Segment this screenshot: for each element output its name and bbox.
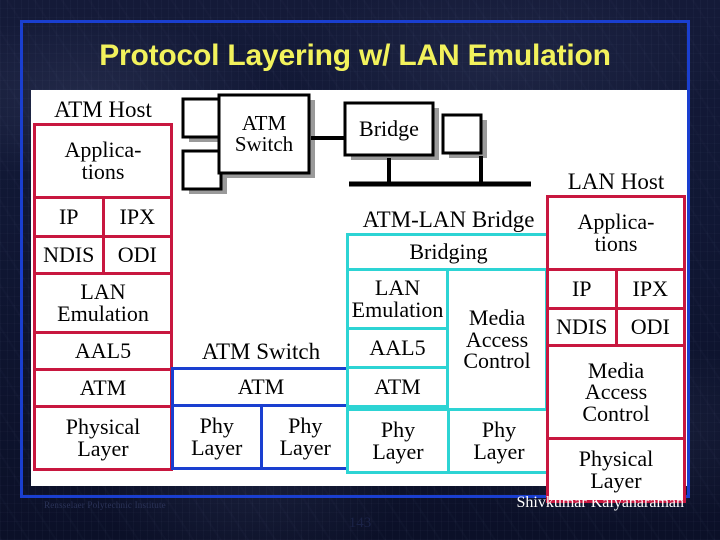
layer-line: Media bbox=[587, 357, 645, 383]
stack-title-atm-lan-bridge: ATM-LAN Bridge bbox=[362, 207, 535, 232]
layer-column-le: LAN Emulation AAL5 ATM bbox=[346, 268, 449, 411]
layer-line: Access bbox=[584, 379, 648, 405]
layer-ip-ipx: IP IPX bbox=[546, 268, 686, 310]
layer-cell-phy-layer-right: Phy Layer bbox=[259, 407, 349, 467]
layer-line: Physical bbox=[578, 446, 654, 472]
layer-line: Applica- bbox=[64, 137, 142, 163]
atm-switch-line: Switch bbox=[234, 132, 294, 156]
layer-line: Layer bbox=[191, 435, 243, 460]
layer-phy-layer-pair: Phy Layer Phy Layer bbox=[171, 404, 351, 470]
layer-phy-layer-pair: Phy Layer Phy Layer bbox=[346, 408, 551, 474]
layer-cell-phy-layer-left: Phy Layer bbox=[174, 407, 260, 467]
stack-layers-atm-switch: ATM Phy Layer Phy Layer bbox=[171, 367, 351, 470]
layer-cell-phy-layer-right: Phy Layer bbox=[447, 411, 548, 471]
layer-line: tions bbox=[594, 231, 638, 256]
layer-line: Layer bbox=[372, 439, 424, 464]
stack-layers-lan-host: Applica- tions IP IPX NDIS ODI Media Acc… bbox=[546, 195, 686, 503]
layer-cell-phy-layer-left: Phy Layer bbox=[349, 411, 447, 471]
stack-atm-switch: ATM Switch ATM Phy Layer Phy Layer bbox=[171, 340, 351, 470]
layer-atm: ATM bbox=[33, 368, 173, 408]
layer-media-access-control: Media Access Control bbox=[446, 268, 548, 411]
footer-author: Shivkumar Kalyanaraman bbox=[516, 494, 685, 511]
stack-lan-host: LAN Host Applica- tions IP IPX NDIS ODI … bbox=[546, 170, 686, 503]
layer-atm: ATM bbox=[346, 366, 449, 408]
layer-line: Access bbox=[465, 326, 529, 352]
layer-line: tions bbox=[81, 159, 125, 184]
layer-applications: Applica- tions bbox=[33, 123, 173, 199]
layer-aal5: AAL5 bbox=[33, 331, 173, 371]
layer-line: LAN bbox=[80, 279, 126, 305]
layer-column-mac: Media Access Control bbox=[446, 268, 548, 411]
layer-line: Emulation bbox=[57, 301, 149, 326]
layer-line: LAN bbox=[374, 275, 421, 301]
layer-group-le-mac: LAN Emulation AAL5 ATM Media Access Cont… bbox=[346, 268, 551, 411]
stack-title-atm-switch: ATM Switch bbox=[201, 339, 321, 364]
layer-cell-ip: IP bbox=[571, 276, 592, 302]
layer-line: Control bbox=[582, 400, 650, 426]
stack-title-lan-host: LAN Host bbox=[567, 169, 665, 194]
layer-line: Control bbox=[463, 348, 531, 374]
layer-lan-emulation: LAN Emulation bbox=[33, 272, 173, 334]
layer-line: Layer bbox=[77, 436, 129, 461]
layer-atm: ATM bbox=[171, 367, 351, 407]
layer-line: Phy bbox=[288, 413, 323, 439]
atm-switch-line: ATM bbox=[241, 111, 287, 135]
layer-applications: Applica- tions bbox=[546, 195, 686, 271]
slide-title-bar: Protocol Layering w/ LAN Emulation bbox=[23, 23, 687, 88]
stack-atm-lan-bridge: ATM-LAN Bridge Bridging LAN Emulation AA… bbox=[346, 208, 551, 474]
page-number: 143 bbox=[348, 515, 372, 531]
stack-title-atm-host: ATM Host bbox=[54, 97, 152, 122]
layer-ndis-odi: NDIS ODI bbox=[546, 307, 686, 347]
layer-ip-ipx: IP IPX bbox=[33, 196, 173, 238]
layer-lan-emulation: LAN Emulation bbox=[346, 268, 449, 330]
layer-cell-ndis: NDIS bbox=[43, 242, 95, 268]
stack-layers-atm-lan-bridge: Bridging LAN Emulation AAL5 ATM Media Ac… bbox=[346, 233, 551, 474]
stack-atm-host: ATM Host Applica- tions IP IPX NDIS ODI … bbox=[33, 98, 173, 471]
layer-line: Phy bbox=[481, 417, 517, 443]
layer-cell-ip: IP bbox=[58, 204, 79, 230]
stack-layers-atm-host: Applica- tions IP IPX NDIS ODI LAN Emula… bbox=[33, 123, 173, 471]
topology-atm-switch-label: ATM Switch bbox=[219, 95, 309, 173]
layer-line: Phy bbox=[199, 413, 234, 439]
layer-line: Layer bbox=[473, 439, 525, 464]
layer-cell-ndis: NDIS bbox=[556, 314, 608, 340]
layer-cell-odi: ODI bbox=[614, 310, 684, 344]
footer-institution: Rensselaer Polytechnic Institute bbox=[44, 500, 166, 510]
layer-line: Phy bbox=[380, 417, 416, 443]
layer-media-access-control: Media Access Control bbox=[546, 344, 686, 440]
topology-bridge-label: Bridge bbox=[359, 116, 419, 141]
layer-cell-ipx: IPX bbox=[101, 199, 171, 235]
layer-line: Layer bbox=[279, 435, 331, 460]
page-title: Protocol Layering w/ LAN Emulation bbox=[99, 38, 611, 72]
slide-content-panel: ATM Switch Bridge ATM Host Applica- tion… bbox=[31, 90, 687, 503]
layer-cell-ipx: IPX bbox=[614, 271, 684, 307]
layer-ndis-odi: NDIS ODI bbox=[33, 235, 173, 275]
layer-aal5: AAL5 bbox=[346, 327, 449, 369]
layer-cell-odi: ODI bbox=[101, 238, 171, 272]
layer-physical-layer: Physical Layer bbox=[33, 405, 173, 471]
layer-line: Media bbox=[468, 305, 526, 331]
layer-line: Layer bbox=[590, 468, 642, 493]
layer-bridging: Bridging bbox=[346, 233, 551, 271]
layer-line: Applica- bbox=[577, 209, 655, 235]
layer-line: Physical bbox=[65, 414, 141, 440]
layer-line: Emulation bbox=[351, 297, 444, 322]
